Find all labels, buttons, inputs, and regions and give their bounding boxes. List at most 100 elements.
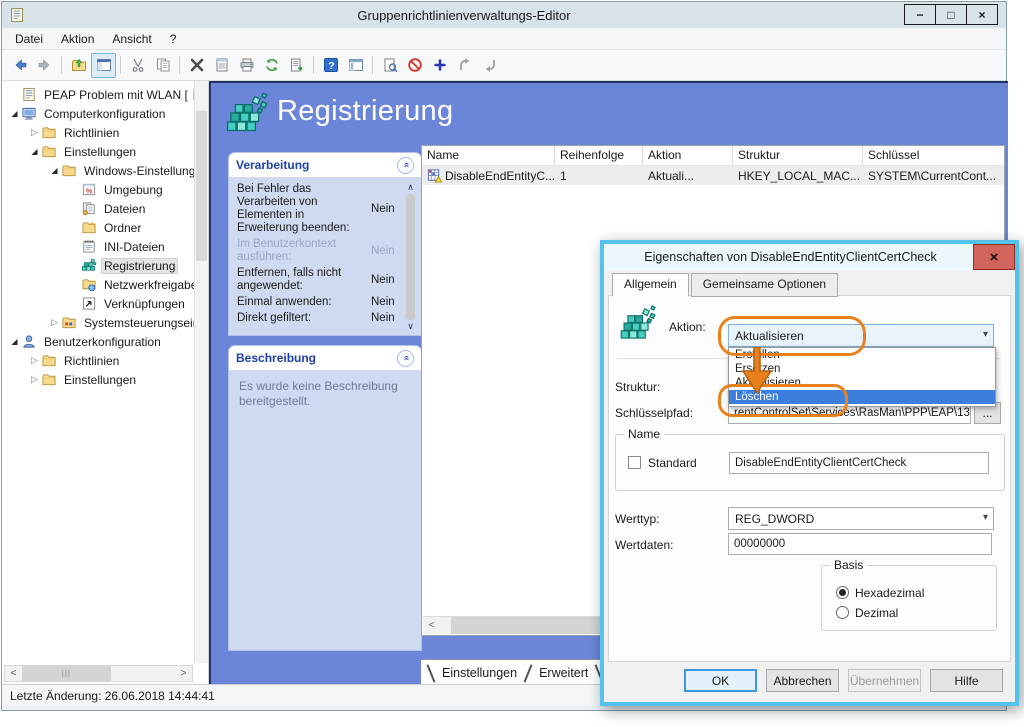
option-löschen[interactable]: Löschen bbox=[729, 390, 995, 404]
tab-einstellungen[interactable]: Einstellungen bbox=[433, 664, 526, 682]
table-row[interactable]: DisableEndEntityC...1Aktuali...HKEY_LOCA… bbox=[422, 166, 1004, 185]
toolbar-help-button[interactable]: ? bbox=[318, 53, 343, 78]
beschreibung-header[interactable]: Beschreibung « bbox=[229, 346, 421, 370]
column-header-aktion[interactable]: Aktion bbox=[643, 146, 733, 165]
column-header-schlüssel[interactable]: Schlüssel bbox=[863, 146, 1024, 165]
tree-item-dateien[interactable]: Dateien bbox=[4, 199, 194, 218]
tab-gemeinsame-optionen[interactable]: Gemeinsame Optionen bbox=[691, 273, 838, 297]
basis-legend: Basis bbox=[830, 558, 867, 572]
minimize-button[interactable]: − bbox=[904, 4, 936, 25]
collapse-chevron-icon[interactable]: « bbox=[397, 157, 414, 174]
expander-expanded-icon[interactable]: ◢ bbox=[48, 166, 61, 175]
tree-item-systemsteuerungseinstellungen[interactable]: ▷Systemsteuerungseinstellungen bbox=[4, 313, 194, 332]
tree-item-benutzerkonfiguration[interactable]: ◢Benutzerkonfiguration bbox=[4, 332, 194, 351]
toolbar-move-up-button[interactable] bbox=[452, 53, 477, 78]
option-ersetzen[interactable]: Ersetzen bbox=[729, 362, 995, 376]
standard-checkbox[interactable] bbox=[628, 456, 641, 469]
collapse-chevron-icon[interactable]: « bbox=[397, 350, 414, 367]
toolbar-export-list-button[interactable] bbox=[284, 53, 309, 78]
toolbar-cut-button[interactable] bbox=[125, 53, 150, 78]
wertdaten-input[interactable]: 00000000 bbox=[728, 533, 992, 555]
verarbeitung-scrollbar[interactable]: ∧ ∨ bbox=[404, 183, 417, 331]
column-header-name[interactable]: Name bbox=[422, 146, 555, 165]
maximize-button[interactable]: □ bbox=[935, 4, 967, 25]
ok-button[interactable]: OK bbox=[684, 669, 757, 692]
toolbar-forward-button[interactable] bbox=[32, 53, 57, 78]
tree-item-ordner[interactable]: Ordner bbox=[4, 218, 194, 237]
hilfe-button[interactable]: Hilfe bbox=[930, 669, 1003, 692]
column-header-reihenfolge[interactable]: Reihenfolge bbox=[555, 146, 643, 165]
gpo-icon bbox=[21, 87, 37, 102]
tree-horizontal-scrollbar[interactable]: < ||| > bbox=[4, 665, 193, 682]
menu-ansicht[interactable]: Ansicht bbox=[103, 29, 160, 49]
tree-item-peap-problem-mit-wlan[interactable]: PEAP Problem mit WLAN [ bbox=[4, 85, 194, 104]
option-aktualisieren[interactable]: Aktualisieren bbox=[729, 376, 995, 390]
tree-item-umgebung[interactable]: %Umgebung bbox=[4, 180, 194, 199]
tree-item-richtlinien[interactable]: ▷ Richtlinien bbox=[4, 351, 194, 370]
tree-item-ini-dateien[interactable]: INI-Dateien bbox=[4, 237, 194, 256]
verarbeitung-title: Verarbeitung bbox=[236, 158, 309, 172]
aktion-combobox[interactable]: Aktualisieren ▾ bbox=[728, 324, 994, 347]
dezimal-radio[interactable] bbox=[836, 606, 849, 619]
tree-item-einstellungen[interactable]: ▷Einstellungen bbox=[4, 370, 194, 389]
tree-item-einstellungen[interactable]: ◢Einstellungen bbox=[4, 142, 194, 161]
name-input[interactable]: DisableEndEntityClientCertCheck bbox=[729, 452, 989, 474]
tree-item-label: Richtlinien bbox=[61, 353, 122, 369]
toolbar-console-tree-button[interactable] bbox=[343, 53, 368, 78]
toolbar-back-button[interactable] bbox=[7, 53, 32, 78]
werttyp-label: Werttyp: bbox=[615, 512, 659, 526]
scroll-left-icon[interactable]: < bbox=[5, 666, 22, 681]
hexadezimal-radio[interactable] bbox=[836, 586, 849, 599]
processing-label: Entfernen, falls nicht angewendet: bbox=[237, 267, 371, 293]
toolbar-properties-button[interactable] bbox=[209, 53, 234, 78]
übernehmen-button: Übernehmen bbox=[848, 669, 921, 692]
toolbar-print-button[interactable] bbox=[234, 53, 259, 78]
tree-item-label: Ordner bbox=[101, 220, 144, 236]
scroll-right-icon[interactable]: > bbox=[175, 666, 192, 681]
scroll-up-icon[interactable]: ∧ bbox=[407, 183, 414, 192]
dialog-close-button[interactable]: × bbox=[973, 244, 1015, 270]
expander-collapsed-icon[interactable]: ▷ bbox=[48, 317, 61, 328]
expander-expanded-icon[interactable]: ◢ bbox=[8, 337, 21, 346]
dialog-title-bar[interactable]: Eigenschaften von DisableEndEntityClient… bbox=[604, 244, 1015, 271]
tree-item-windows-einstellungen[interactable]: ◢Windows-Einstellungen bbox=[4, 161, 194, 180]
abbrechen-button[interactable]: Abbrechen bbox=[766, 669, 839, 692]
tab-erweitert[interactable]: Erweitert bbox=[530, 664, 597, 682]
scroll-left-icon[interactable]: < bbox=[423, 617, 440, 634]
tree-item-netzwerkfreigaben[interactable]: Netzwerkfreigaben bbox=[4, 275, 194, 294]
expander-expanded-icon[interactable]: ◢ bbox=[28, 147, 41, 156]
folder-icon bbox=[41, 372, 57, 387]
toolbar-preview-button[interactable] bbox=[377, 53, 402, 78]
verarbeitung-header[interactable]: Verarbeitung « bbox=[229, 153, 421, 177]
menu-datei[interactable]: Datei bbox=[6, 29, 52, 49]
tree-vertical-scrollbar[interactable] bbox=[194, 81, 208, 663]
column-header-struktur[interactable]: Struktur bbox=[733, 146, 863, 165]
toolbar-copy-button[interactable] bbox=[150, 53, 175, 78]
expander-collapsed-icon[interactable]: ▷ bbox=[28, 374, 41, 385]
expander-collapsed-icon[interactable]: ▷ bbox=[28, 127, 41, 138]
tree-item-verknüpfungen[interactable]: Verknüpfungen bbox=[4, 294, 194, 313]
toolbar-add-button[interactable] bbox=[427, 53, 452, 78]
menu-aktion[interactable]: Aktion bbox=[52, 29, 103, 49]
toolbar-console-window-button[interactable] bbox=[91, 53, 116, 78]
tree-item-registrierung[interactable]: Registrierung bbox=[4, 256, 194, 275]
menu-[interactable]: ? bbox=[161, 29, 186, 49]
scroll-down-icon[interactable]: ∨ bbox=[407, 322, 414, 331]
tree-item-computerkonfiguration[interactable]: ◢Computerkonfiguration bbox=[4, 104, 194, 123]
toolbar-folder-up-button[interactable] bbox=[66, 53, 91, 78]
tree-items: PEAP Problem mit WLAN [◢Computerkonfigur… bbox=[4, 85, 194, 662]
toolbar-refresh-button[interactable] bbox=[259, 53, 284, 78]
expander-collapsed-icon[interactable]: ▷ bbox=[28, 355, 41, 366]
toolbar-delete-button[interactable] bbox=[184, 53, 209, 78]
werttyp-combobox[interactable]: REG_DWORD ▾ bbox=[728, 507, 994, 530]
toolbar-move-down-button[interactable] bbox=[477, 53, 502, 78]
toolbar-block-button[interactable] bbox=[402, 53, 427, 78]
close-button[interactable]: × bbox=[966, 4, 998, 25]
option-erstellen[interactable]: Erstellen bbox=[729, 348, 995, 362]
cell-text: HKEY_LOCAL_MAC... bbox=[738, 169, 860, 183]
expander-expanded-icon[interactable]: ◢ bbox=[8, 109, 21, 118]
tree-item-richtlinien[interactable]: ▷Richtlinien bbox=[4, 123, 194, 142]
add-icon bbox=[432, 57, 448, 73]
tab-allgemein[interactable]: Allgemein bbox=[612, 273, 689, 297]
title-bar[interactable]: Gruppenrichtlinienverwaltungs-Editor −□× bbox=[2, 2, 1006, 28]
